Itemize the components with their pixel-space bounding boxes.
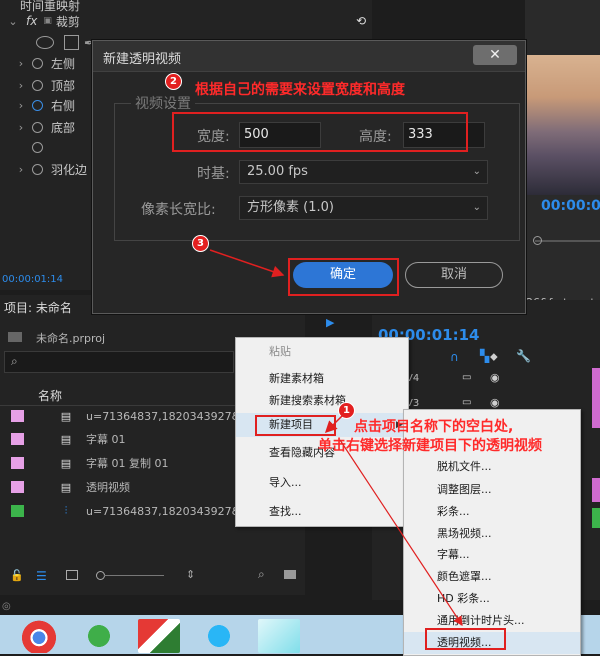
arrow-to-ok-button [209,249,285,278]
arrow-to-new-item [324,413,345,434]
arrow-to-transparent-video [339,439,463,627]
annotation-arrows [209,249,463,627]
